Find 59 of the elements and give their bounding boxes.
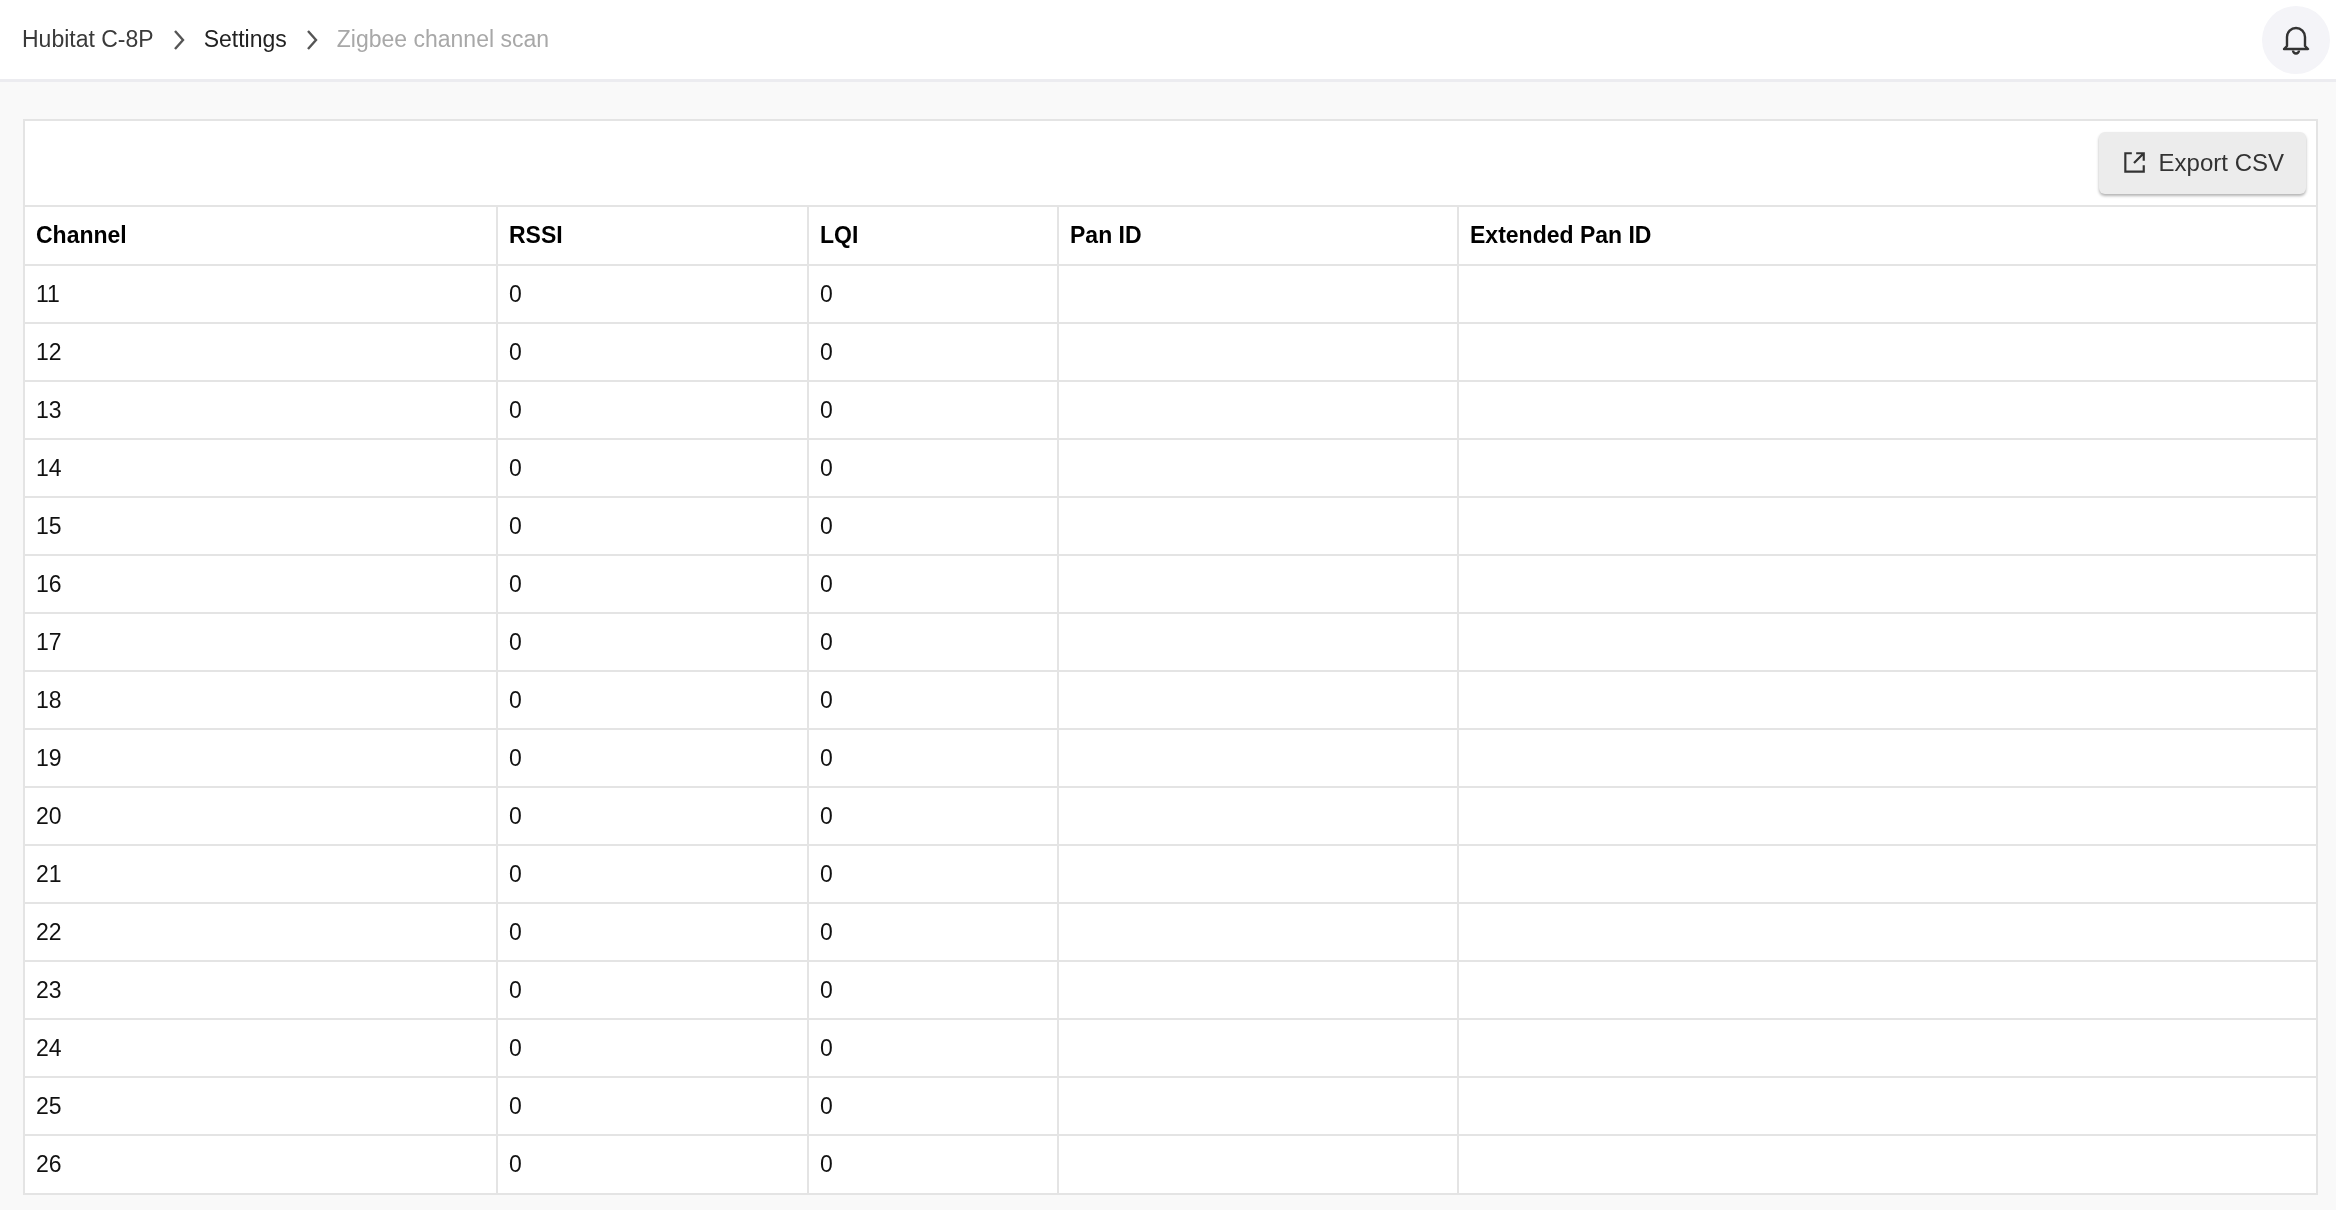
table-cell: 0 [808,1135,1058,1193]
table-cell: 20 [25,787,497,845]
table-cell: 0 [497,845,808,903]
table-cell: 0 [808,845,1058,903]
chevron-right-icon [171,28,186,51]
table-cell: 0 [497,323,808,381]
table-cell: 19 [25,729,497,787]
table-cell: 0 [497,1077,808,1135]
table-cell: 21 [25,845,497,903]
column-header: Pan ID [1058,207,1458,265]
column-header: Channel [25,207,497,265]
table-cell: 15 [25,497,497,555]
table-cell: 0 [497,729,808,787]
table-cell: 0 [808,439,1058,497]
table-cell: 0 [808,903,1058,961]
column-header: RSSI [497,207,808,265]
table-cell: 0 [808,671,1058,729]
breadcrumb-link[interactable]: Hubitat C-8P [22,22,154,57]
column-header: LQI [808,207,1058,265]
table-cell: 0 [808,323,1058,381]
table-cell: 24 [25,1019,497,1077]
table-cell: 0 [808,1019,1058,1077]
table-cell: 0 [808,613,1058,671]
table-cell: 17 [25,613,497,671]
table-cell: 0 [808,729,1058,787]
table-cell: 0 [497,613,808,671]
export-csv-button[interactable]: Export CSV [2098,132,2306,194]
column-header: Extended Pan ID [1458,207,2316,265]
table-cell: 0 [808,265,1058,323]
table-cell: 0 [808,497,1058,555]
breadcrumb-link[interactable]: Settings [203,22,287,57]
table-cell: 23 [25,961,497,1019]
table-cell: 26 [25,1135,497,1193]
table-cell: 11 [25,265,497,323]
table-cell: 0 [497,787,808,845]
table-cell: 0 [808,961,1058,1019]
table-cell: 0 [808,381,1058,439]
table-cell: 13 [25,381,497,439]
table-cell: 0 [497,961,808,1019]
table-cell: 0 [497,265,808,323]
table-cell: 0 [808,555,1058,613]
table-cell: 0 [497,555,808,613]
chevron-right-icon [304,28,319,51]
table-cell: 0 [808,1077,1058,1135]
table-cell: 22 [25,903,497,961]
table-cell: 0 [497,1135,808,1193]
table-cell: 0 [497,903,808,961]
table-cell: 0 [497,439,808,497]
table-cell: 14 [25,439,497,497]
table-cell: 25 [25,1077,497,1135]
table-cell: 16 [25,555,497,613]
table-cell: 0 [497,1019,808,1077]
table-cell: 0 [497,497,808,555]
table-cell: 0 [808,787,1058,845]
table-cell: 0 [497,671,808,729]
table-cell: 12 [25,323,497,381]
breadcrumb-current: Zigbee channel scan [336,25,550,55]
table-cell: 18 [25,671,497,729]
table-cell: 0 [497,381,808,439]
